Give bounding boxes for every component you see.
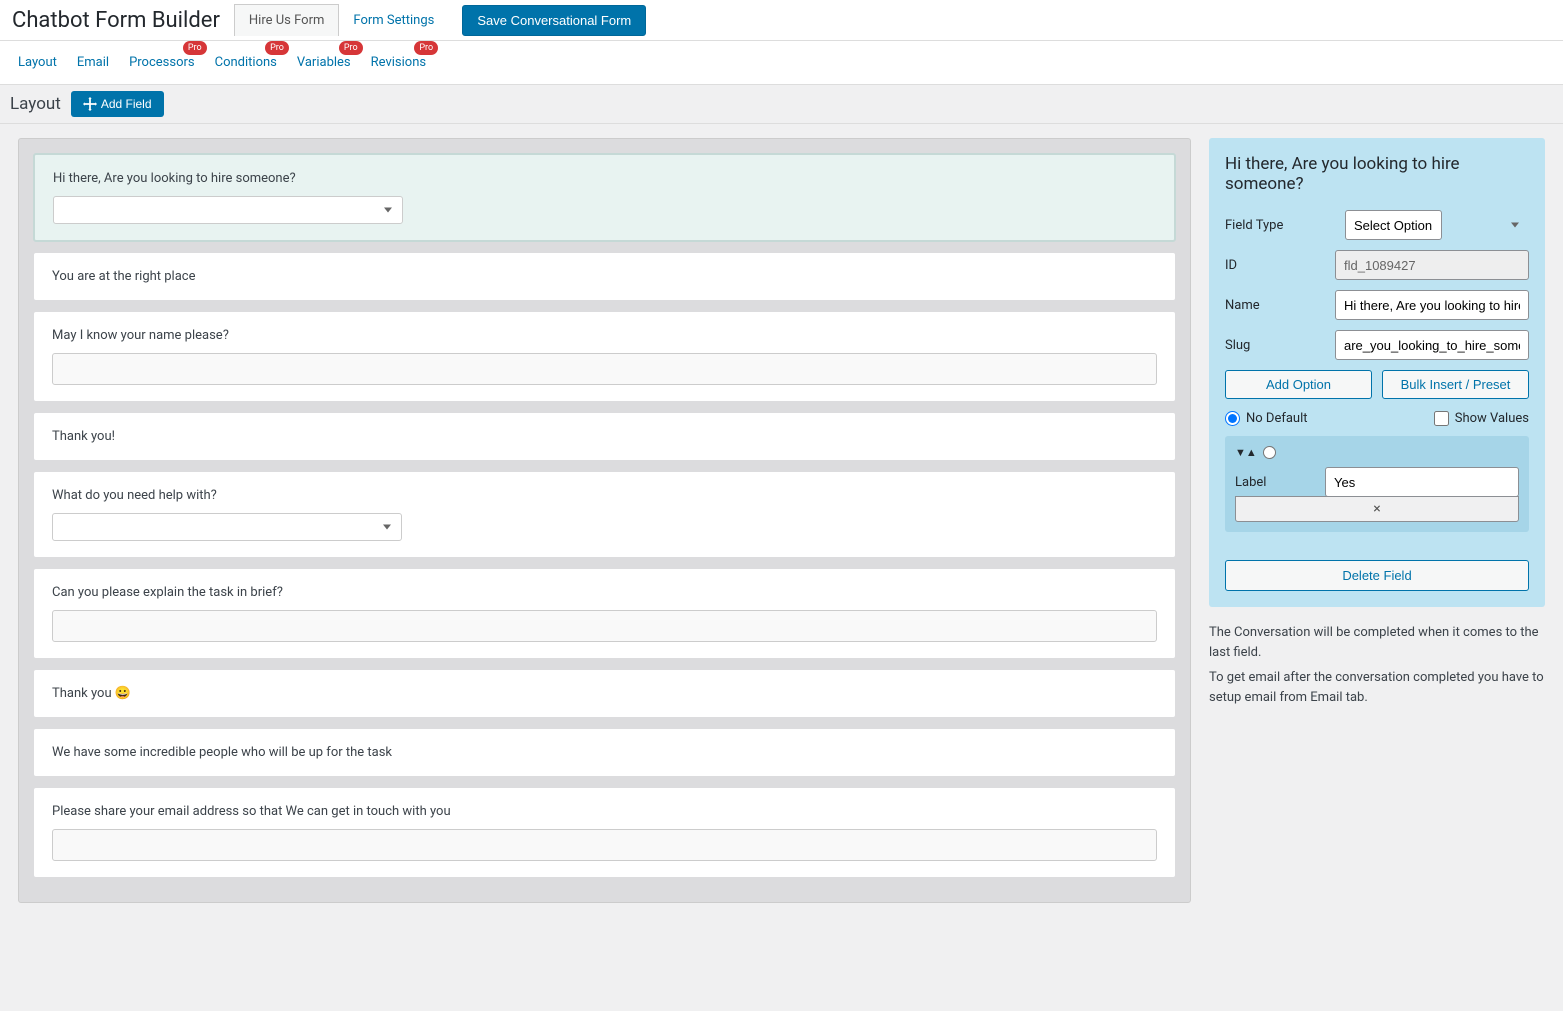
option-label-input[interactable] bbox=[1325, 467, 1519, 497]
top-bar: Chatbot Form Builder Hire Us Form Form S… bbox=[0, 0, 1563, 41]
field-select-preview[interactable] bbox=[52, 513, 402, 541]
panel-title: Hi there, Are you looking to hire someon… bbox=[1225, 154, 1529, 194]
layout-title: Layout bbox=[10, 94, 61, 114]
field-card[interactable]: Thank you 😀 bbox=[33, 669, 1176, 718]
field-card[interactable]: Thank you! bbox=[33, 412, 1176, 461]
pro-badge: Pro bbox=[265, 41, 289, 55]
canvas-column: Hi there, Are you looking to hire someon… bbox=[0, 124, 1209, 921]
option-buttons-row: Add Option Bulk Insert / Preset bbox=[1225, 370, 1529, 399]
no-default-radio[interactable] bbox=[1225, 411, 1240, 426]
field-label: We have some incredible people who will … bbox=[52, 745, 1157, 760]
field-settings-panel: Hi there, Are you looking to hire someon… bbox=[1209, 138, 1545, 607]
subtab-layout[interactable]: Layout bbox=[18, 55, 57, 70]
subtab-label: Revisions bbox=[371, 55, 426, 70]
field-card[interactable]: Hi there, Are you looking to hire someon… bbox=[33, 153, 1176, 242]
add-field-button[interactable]: Add Field bbox=[71, 91, 164, 117]
show-values-label: Show Values bbox=[1455, 411, 1529, 426]
fields-canvas: Hi there, Are you looking to hire someon… bbox=[18, 138, 1191, 903]
checkbox-row: No Default Show Values bbox=[1225, 411, 1529, 426]
move-icon bbox=[83, 97, 97, 111]
prop-row-id: ID bbox=[1225, 250, 1529, 280]
field-card[interactable]: May I know your name please? bbox=[33, 311, 1176, 402]
prop-label: Field Type bbox=[1225, 218, 1345, 233]
field-label: Thank you 😀 bbox=[52, 686, 1157, 701]
prop-row-field-type: Field Type Select Option bbox=[1225, 210, 1529, 240]
prop-label: Name bbox=[1225, 298, 1335, 313]
show-values-option[interactable]: Show Values bbox=[1434, 411, 1529, 426]
show-values-checkbox[interactable] bbox=[1434, 411, 1449, 426]
subtab-conditions[interactable]: ConditionsPro bbox=[215, 55, 277, 70]
field-label: Hi there, Are you looking to hire someon… bbox=[53, 171, 1156, 186]
subtab-label: Processors bbox=[129, 55, 195, 70]
main-wrap: Hi there, Are you looking to hire someon… bbox=[0, 124, 1563, 1011]
field-label: Can you please explain the task in brief… bbox=[52, 585, 1157, 600]
option-default-radio[interactable] bbox=[1263, 446, 1276, 459]
field-label: You are at the right place bbox=[52, 269, 1157, 284]
subtab-processors[interactable]: ProcessorsPro bbox=[129, 55, 195, 70]
id-input bbox=[1335, 250, 1529, 280]
field-card[interactable]: Please share your email address so that … bbox=[33, 787, 1176, 878]
sub-tabs: Layout Email ProcessorsPro ConditionsPro… bbox=[0, 41, 1563, 85]
save-button[interactable]: Save Conversational Form bbox=[462, 5, 646, 36]
subtab-variables[interactable]: VariablesPro bbox=[297, 55, 351, 70]
pro-badge: Pro bbox=[414, 41, 438, 55]
no-default-label: No Default bbox=[1246, 411, 1308, 426]
option-label-row: Label bbox=[1235, 467, 1519, 497]
field-label: Please share your email address so that … bbox=[52, 804, 1157, 819]
field-label: May I know your name please? bbox=[52, 328, 1157, 343]
delete-field-button[interactable]: Delete Field bbox=[1225, 560, 1529, 591]
add-option-button[interactable]: Add Option bbox=[1225, 370, 1372, 399]
subtab-label: Variables bbox=[297, 55, 351, 70]
prop-label: ID bbox=[1225, 258, 1335, 273]
field-text-preview[interactable] bbox=[52, 610, 1157, 642]
tab-form-settings[interactable]: Form Settings bbox=[339, 5, 448, 36]
tab-hire-us-form[interactable]: Hire Us Form bbox=[234, 4, 339, 36]
sort-icon[interactable]: ▼▲ bbox=[1235, 447, 1257, 458]
prop-row-slug: Slug bbox=[1225, 330, 1529, 360]
subtab-email[interactable]: Email bbox=[77, 55, 109, 70]
add-field-label: Add Field bbox=[101, 97, 152, 111]
subtab-label: Conditions bbox=[215, 55, 277, 70]
prop-label: Label bbox=[1235, 475, 1325, 490]
close-icon: × bbox=[1373, 501, 1380, 517]
field-type-select[interactable]: Select Option bbox=[1345, 210, 1442, 240]
app-title: Chatbot Form Builder bbox=[12, 8, 220, 33]
field-label: Thank you! bbox=[52, 429, 1157, 444]
field-card[interactable]: What do you need help with? bbox=[33, 471, 1176, 558]
info-text-1: The Conversation will be completed when … bbox=[1209, 623, 1545, 662]
field-card[interactable]: You are at the right place bbox=[33, 252, 1176, 301]
prop-row-name: Name bbox=[1225, 290, 1529, 320]
pro-badge: Pro bbox=[183, 41, 207, 55]
layout-header: Layout Add Field bbox=[0, 85, 1563, 124]
sidebar-column: Hi there, Are you looking to hire someon… bbox=[1209, 124, 1563, 725]
option-block: ▼▲ Label × bbox=[1225, 436, 1529, 532]
remove-option-button[interactable]: × bbox=[1235, 496, 1519, 522]
field-card[interactable]: Can you please explain the task in brief… bbox=[33, 568, 1176, 659]
field-card[interactable]: We have some incredible people who will … bbox=[33, 728, 1176, 777]
prop-label: Slug bbox=[1225, 338, 1335, 353]
slug-input[interactable] bbox=[1335, 330, 1529, 360]
name-input[interactable] bbox=[1335, 290, 1529, 320]
pro-badge: Pro bbox=[339, 41, 363, 55]
bulk-insert-button[interactable]: Bulk Insert / Preset bbox=[1382, 370, 1529, 399]
no-default-option[interactable]: No Default bbox=[1225, 411, 1308, 426]
info-text-2: To get email after the conversation comp… bbox=[1209, 668, 1545, 707]
field-text-preview[interactable] bbox=[52, 353, 1157, 385]
field-text-preview[interactable] bbox=[52, 829, 1157, 861]
subtab-revisions[interactable]: RevisionsPro bbox=[371, 55, 426, 70]
field-select-preview[interactable] bbox=[53, 196, 403, 224]
field-label: What do you need help with? bbox=[52, 488, 1157, 503]
option-top-row: ▼▲ bbox=[1235, 446, 1519, 459]
